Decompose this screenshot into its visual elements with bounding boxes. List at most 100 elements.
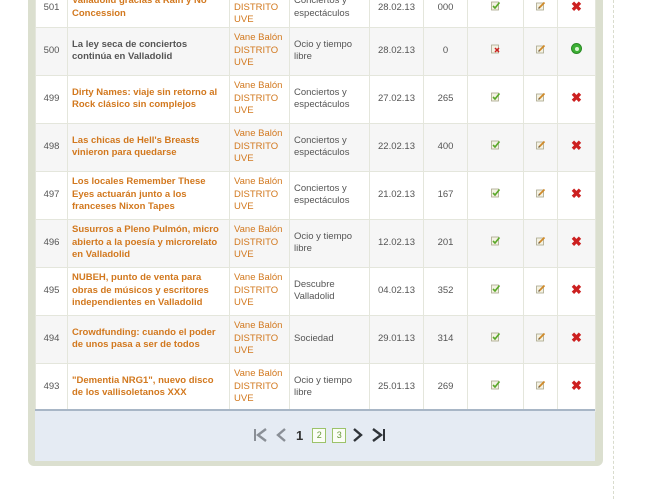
article-views: 352 — [423, 266, 468, 316]
article-id: 496 — [35, 218, 68, 268]
table-row: 495 NUBEH, punto de venta para obras de m… — [35, 266, 596, 316]
status-cell — [467, 266, 524, 316]
status-cell — [467, 362, 524, 412]
status-cell — [467, 218, 524, 268]
article-category: Conciertos y espectáculos — [289, 0, 370, 28]
edit-cell — [523, 362, 558, 412]
article-views: 269 — [423, 362, 468, 412]
article-title-link[interactable]: "Dementia NRG1", nuevo disco de los vall… — [72, 375, 214, 399]
article-title-link[interactable]: Las chicas de Hell's Breasts vinieron pa… — [72, 135, 199, 159]
delete-icon[interactable]: ✖ — [571, 187, 582, 200]
delete-icon[interactable]: ✖ — [571, 331, 582, 344]
article-id: 497 — [35, 170, 68, 220]
last-page-icon[interactable] — [370, 428, 386, 442]
article-title-link[interactable]: Crowdfunding: cuando el poder de unos pa… — [72, 327, 216, 351]
published-icon[interactable] — [490, 91, 501, 102]
pagination: 1 2 3 — [253, 426, 386, 444]
published-icon[interactable] — [490, 235, 501, 246]
article-title-link[interactable]: NUBEH, punto de venta para obras de músi… — [72, 272, 209, 308]
article-id: 500 — [35, 26, 68, 76]
edit-cell — [523, 74, 558, 124]
article-table: 501 Valladolid gracias a Rain y No Conces… — [35, 0, 596, 412]
delete-icon[interactable]: ✖ — [571, 91, 582, 104]
edit-icon[interactable] — [535, 139, 546, 150]
article-category: Conciertos y espectáculos — [289, 74, 370, 124]
current-page: 1 — [296, 427, 304, 443]
article-views: 0 — [423, 26, 468, 76]
table-row: 501 Valladolid gracias a Rain y No Conces… — [35, 0, 596, 28]
page-link-3[interactable]: 3 — [332, 427, 347, 443]
edit-icon[interactable] — [535, 379, 546, 390]
edit-icon[interactable] — [535, 235, 546, 246]
table-row: 497 Los locales Remember These Eyes actua… — [35, 170, 596, 220]
next-page-icon[interactable] — [352, 428, 364, 442]
article-title-cell: "Dementia NRG1", nuevo disco de los vall… — [67, 362, 230, 412]
unpublished-icon[interactable] — [490, 43, 501, 54]
action-cell: ✖ — [557, 122, 596, 172]
table-row: 499 Dirty Names: viaje sin retorno al Roc… — [35, 74, 596, 124]
table-row: 493 "Dementia NRG1", nuevo disco de los v… — [35, 362, 596, 412]
article-title-link[interactable]: Susurros a Pleno Pulmón, micro abierto a… — [72, 224, 219, 260]
article-title-cell: Dirty Names: viaje sin retorno al Rock c… — [67, 74, 230, 124]
article-category: Conciertos y espectáculos — [289, 170, 370, 220]
action-cell: ✖ — [557, 0, 596, 28]
first-page-icon[interactable] — [253, 428, 269, 442]
article-date: 12.02.13 — [369, 218, 424, 268]
published-icon[interactable] — [490, 187, 501, 198]
article-title-cell: La ley seca de conciertos continúa en Va… — [67, 26, 230, 76]
delete-icon[interactable]: ✖ — [571, 139, 582, 152]
prev-page-icon[interactable] — [275, 428, 287, 442]
article-title-link[interactable]: Valladolid gracias a Rain y No Concessio… — [72, 0, 207, 19]
article-title-cell: Los locales Remember These Eyes actuarán… — [67, 170, 230, 220]
edit-cell — [523, 122, 558, 172]
page-link-2[interactable]: 2 — [312, 427, 327, 443]
published-icon[interactable] — [490, 379, 501, 390]
edit-cell — [523, 314, 558, 364]
action-cell: ✖ — [557, 170, 596, 220]
article-views: 314 — [423, 314, 468, 364]
edit-cell — [523, 266, 558, 316]
article-category: Ocio y tiempo libre — [289, 362, 370, 412]
edit-icon[interactable] — [535, 91, 546, 102]
published-icon[interactable] — [490, 283, 501, 294]
edit-icon[interactable] — [535, 283, 546, 294]
delete-icon[interactable]: ✖ — [571, 379, 582, 392]
article-author: Vane Balón DISTRITO UVE — [229, 26, 290, 76]
article-title-link[interactable]: Dirty Names: viaje sin retorno al Rock c… — [72, 87, 217, 111]
delete-icon[interactable]: ✖ — [571, 235, 582, 248]
delete-icon[interactable]: ✖ — [571, 0, 582, 13]
article-title-cell: Valladolid gracias a Rain y No Concessio… — [67, 0, 230, 28]
article-date: 28.02.13 — [369, 26, 424, 76]
delete-icon[interactable]: ✖ — [571, 283, 582, 296]
article-category: Ocio y tiempo libre — [289, 218, 370, 268]
status-cell — [467, 0, 524, 28]
article-id: 494 — [35, 314, 68, 364]
activate-icon[interactable] — [571, 43, 582, 55]
article-author: Vane Balón DISTRITO UVE — [229, 122, 290, 172]
article-date: 25.01.13 — [369, 362, 424, 412]
article-date: 22.02.13 — [369, 122, 424, 172]
table-row: 494 Crowdfunding: cuando el poder de unos… — [35, 314, 596, 364]
article-date: 27.02.13 — [369, 74, 424, 124]
action-cell: ✖ — [557, 266, 596, 316]
article-author: Vane Balón DISTRITO UVE — [229, 170, 290, 220]
action-cell: ✖ — [557, 218, 596, 268]
edit-icon[interactable] — [535, 43, 546, 54]
article-table-container: 501 Valladolid gracias a Rain y No Conces… — [35, 0, 596, 412]
table-row: 500 La ley seca de conciertos continúa en… — [35, 26, 596, 76]
article-author: Vane Balón DISTRITO UVE — [229, 314, 290, 364]
action-cell: ✖ — [557, 74, 596, 124]
published-icon[interactable] — [490, 0, 501, 11]
edit-icon[interactable] — [535, 187, 546, 198]
edit-icon[interactable] — [535, 331, 546, 342]
article-category: Conciertos y espectáculos — [289, 122, 370, 172]
article-title-cell: NUBEH, punto de venta para obras de músi… — [67, 266, 230, 316]
article-title-link[interactable]: Los locales Remember These Eyes actuarán… — [72, 176, 206, 212]
article-list-page: 501 Valladolid gracias a Rain y No Conces… — [0, 0, 649, 499]
article-views: 000 — [423, 0, 468, 28]
edit-icon[interactable] — [535, 0, 546, 11]
article-title: La ley seca de conciertos continúa en Va… — [72, 38, 188, 63]
article-category: Sociedad — [289, 314, 370, 364]
published-icon[interactable] — [490, 139, 501, 150]
published-icon[interactable] — [490, 331, 501, 342]
